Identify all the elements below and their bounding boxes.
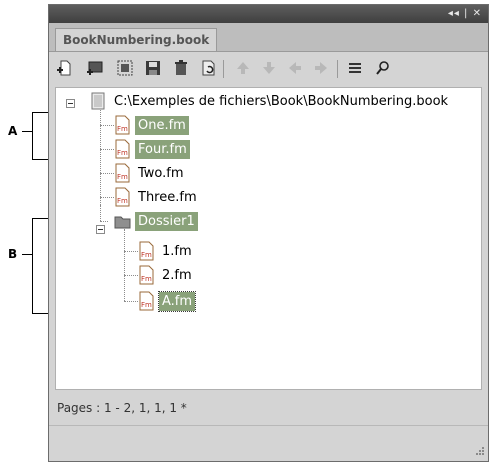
view-options-icon	[349, 63, 361, 73]
tree-item-four[interactable]: Fm Four.fm	[114, 138, 190, 160]
fm-file-icon: Fm	[115, 187, 130, 207]
pages-status: Pages : 1 - 2, 1, 1, 1 *	[57, 401, 187, 415]
resize-grip-icon[interactable]	[473, 446, 485, 458]
find-button[interactable]	[373, 58, 393, 78]
callout-b-tick	[22, 254, 32, 255]
tree-item-1fm[interactable]: Fm 1.fm	[138, 240, 195, 262]
tree-item-label: One.fm	[135, 115, 189, 135]
callout-a-tick	[22, 131, 32, 132]
tree-item-label: 2.fm	[162, 267, 192, 283]
tree-item-label: 1.fm	[162, 243, 192, 259]
fm-file-icon: Fm	[139, 241, 154, 261]
move-down-icon	[263, 62, 275, 74]
svg-text:Fm: Fm	[117, 197, 128, 205]
move-down-button[interactable]	[259, 58, 279, 78]
tree-item-label: Two.fm	[138, 165, 184, 181]
move-left-icon	[289, 62, 301, 74]
save-book-icon	[146, 61, 160, 75]
tree-connector	[100, 205, 101, 221]
tree-item-2fm[interactable]: Fm 2.fm	[138, 264, 195, 286]
tree-connector	[124, 275, 138, 276]
find-icon	[376, 61, 389, 75]
fm-file-icon: Fm	[115, 163, 130, 183]
tree-connector	[124, 229, 125, 301]
tree-item-label: Four.fm	[135, 139, 190, 159]
tree-item-afm[interactable]: Fm A.fm	[138, 290, 197, 312]
callout-a-label: A	[8, 124, 18, 138]
tab-booknumbering[interactable]: BookNumbering.book	[55, 28, 218, 51]
tree-folder-label: Dossier1	[135, 211, 198, 231]
panel-toolbar	[55, 54, 482, 84]
add-current-document-button[interactable]	[85, 58, 105, 78]
delete-document-button[interactable]	[171, 58, 191, 78]
fm-file-icon: Fm	[115, 139, 130, 159]
view-options-button[interactable]	[345, 58, 365, 78]
tree-connector	[100, 173, 114, 174]
tree-root[interactable]: C:\Exemples de fichiers\Book\BookNumberi…	[90, 90, 451, 112]
tree-connector	[100, 107, 101, 205]
folder-icon	[114, 216, 131, 229]
tree-item-three[interactable]: Fm Three.fm	[114, 186, 200, 208]
tree-connector	[100, 197, 114, 198]
tree-connector	[100, 221, 108, 222]
svg-text:Fm: Fm	[141, 275, 152, 283]
move-right-icon	[315, 62, 327, 74]
move-up-icon	[237, 62, 249, 74]
svg-text:Fm: Fm	[141, 301, 152, 309]
tree-connector	[124, 251, 138, 252]
book-panel: ◂◂ | ✕ BookNumbering.book C:\Exemples de…	[48, 4, 489, 462]
svg-text:Fm: Fm	[141, 251, 152, 259]
save-book-button[interactable]	[143, 58, 163, 78]
tree-item-two[interactable]: Fm Two.fm	[114, 162, 187, 184]
root-collapse-toggle[interactable]	[66, 99, 75, 108]
add-document-button[interactable]	[55, 58, 75, 78]
panel-window-controls[interactable]: ◂◂ | ✕	[448, 8, 482, 19]
tree-item-one[interactable]: Fm One.fm	[114, 114, 189, 136]
book-icon	[91, 92, 105, 110]
replace-document-icon	[117, 60, 133, 76]
book-tree[interactable]: C:\Exemples de fichiers\Book\BookNumberi…	[55, 87, 482, 390]
fm-file-icon: Fm	[139, 265, 154, 285]
svg-text:Fm: Fm	[117, 125, 128, 133]
add-current-document-icon	[87, 61, 103, 75]
update-numbering-button[interactable]	[199, 58, 219, 78]
status-divider	[49, 425, 488, 426]
folder-collapse-toggle[interactable]	[96, 225, 105, 234]
update-numbering-icon	[202, 60, 215, 76]
fm-file-icon: Fm	[139, 291, 154, 311]
move-left-button[interactable]	[285, 58, 305, 78]
toolbar-separator	[223, 60, 224, 78]
tree-folder-dossier1[interactable]: Dossier1	[114, 210, 198, 232]
tree-root-label: C:\Exemples de fichiers\Book\BookNumberi…	[114, 93, 449, 109]
svg-text:Fm: Fm	[117, 149, 128, 157]
tree-connector	[124, 301, 138, 302]
toolbar-separator	[337, 60, 338, 78]
tree-item-label: Three.fm	[138, 189, 197, 205]
replace-document-button[interactable]	[115, 58, 135, 78]
callout-b-label: B	[8, 247, 18, 261]
tree-connector	[100, 149, 114, 150]
delete-document-icon	[175, 60, 187, 75]
move-up-button[interactable]	[233, 58, 253, 78]
panel-tabstrip: BookNumbering.book	[49, 23, 488, 52]
svg-text:Fm: Fm	[117, 173, 128, 181]
move-right-button[interactable]	[311, 58, 331, 78]
tree-connector	[100, 125, 114, 126]
fm-file-icon: Fm	[115, 115, 130, 135]
add-document-icon	[57, 60, 71, 76]
tree-item-label: A.fm	[157, 290, 197, 312]
panel-titlebar[interactable]: ◂◂ | ✕	[49, 5, 488, 23]
